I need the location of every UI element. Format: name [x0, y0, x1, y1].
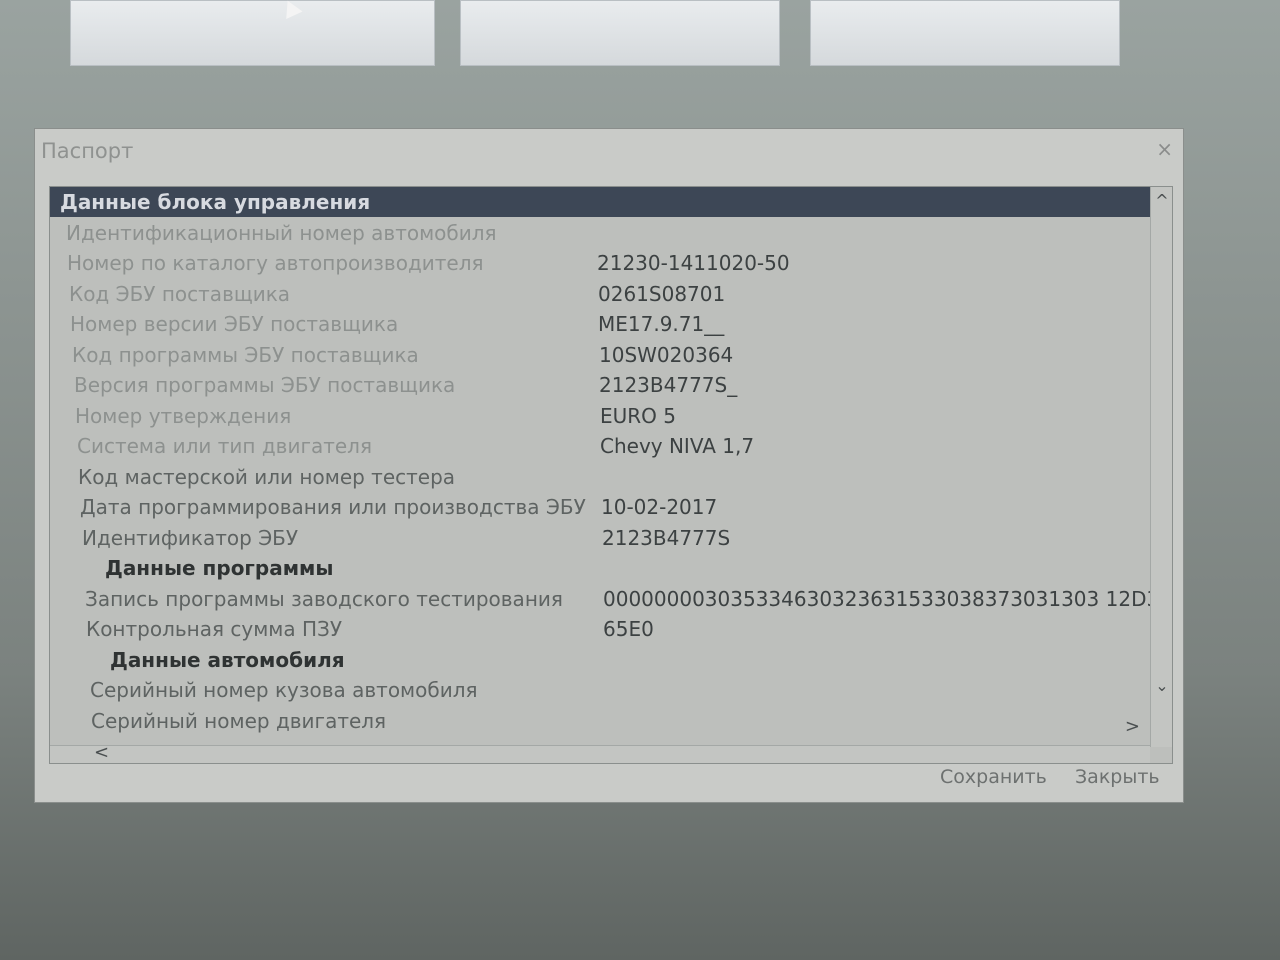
- horizontal-scrollbar[interactable]: < >: [50, 716, 1150, 763]
- taskbar-tile-2[interactable]: [460, 0, 780, 66]
- list-section-row[interactable]: Данные программы: [50, 553, 1150, 583]
- row-label: Номер версии ЭБУ поставщика: [70, 312, 399, 336]
- row-value: 000000003035334630323631533038373031303 …: [603, 586, 1173, 611]
- row-label: Код ЭБУ поставщика: [69, 281, 291, 306]
- row-value: Chevy NIVA 1,7: [600, 434, 755, 458]
- row-value: 0261S08701: [598, 281, 726, 306]
- list-item[interactable]: Запись программы заводского тестирования…: [50, 584, 1172, 614]
- row-label: Номер утверждения: [75, 403, 292, 428]
- row-label: Запись программы заводского тестирования: [85, 586, 563, 611]
- list-item[interactable]: Система или тип двигателя Chevy NIVA 1,7: [50, 431, 1150, 461]
- row-value: 21230-1411020-50: [597, 251, 790, 275]
- row-label: Серийный номер кузова автомобиля: [90, 678, 478, 702]
- row-value: 10-02-2017: [601, 495, 718, 519]
- dialog-title: Паспорт: [41, 139, 134, 163]
- save-button[interactable]: Сохранить: [940, 766, 1047, 788]
- list-item[interactable]: Идентификатор ЭБУ 2123B4777S: [50, 523, 1150, 553]
- row-label: Данные программы: [105, 556, 334, 580]
- chevron-down-icon[interactable]: ⌄: [1153, 676, 1171, 695]
- passport-dialog: Паспорт × Данные блока управления Идентиф…: [34, 128, 1184, 803]
- chevron-right-icon[interactable]: >: [1125, 716, 1140, 737]
- row-label: Дата программирования или производства Э…: [80, 495, 586, 519]
- row-label: Номер по каталогу автопроизводителя: [67, 251, 484, 275]
- row-label: Идентификатор ЭБУ: [82, 525, 299, 550]
- screen: Паспорт × Данные блока управления Идентиф…: [0, 0, 1280, 960]
- list-header-row[interactable]: Данные блока управления: [50, 187, 1150, 217]
- list-item[interactable]: Номер по каталогу автопроизводителя 21230…: [50, 248, 1150, 278]
- row-label: Данные блока управления: [60, 190, 371, 214]
- taskbar-tile-1[interactable]: [70, 0, 435, 66]
- list-item[interactable]: Версия программы ЭБУ поставщика 2123B4777…: [50, 370, 1150, 400]
- passport-rows: Данные блока управления Идентификационный…: [50, 187, 1172, 747]
- row-value: 10SW020364: [599, 342, 734, 367]
- taskbar-tile-3[interactable]: [810, 0, 1120, 66]
- row-label: Код мастерской или номер тестера: [78, 464, 456, 489]
- row-label: Система или тип двигателя: [77, 434, 372, 458]
- row-label: Контрольная сумма ПЗУ: [86, 617, 343, 641]
- list-item[interactable]: Номер утверждения EURO 5: [50, 401, 1150, 431]
- row-value: ME17.9.71__: [598, 312, 725, 336]
- row-label: Серийный номер двигателя: [91, 708, 387, 733]
- close-button[interactable]: Закрыть: [1075, 766, 1160, 788]
- row-label: Данные автомобиля: [110, 647, 345, 672]
- row-label: Идентификационный номер автомобиля: [66, 220, 497, 245]
- row-value: 65E0: [603, 617, 654, 641]
- list-section-row[interactable]: Данные автомобиля: [50, 645, 1150, 675]
- row-value: 2123B4777S: [602, 525, 731, 550]
- list-item[interactable]: Идентификационный номер автомобиля: [50, 218, 1150, 248]
- passport-list: Данные блока управления Идентификационный…: [49, 186, 1173, 764]
- row-label: Версия программы ЭБУ поставщика: [74, 373, 456, 397]
- list-item[interactable]: Код мастерской или номер тестера: [50, 462, 1150, 492]
- close-icon[interactable]: ×: [1156, 137, 1173, 161]
- chevron-left-icon[interactable]: <: [94, 742, 109, 763]
- list-item[interactable]: Дата программирования или производства Э…: [50, 492, 1150, 522]
- vertical-scrollbar[interactable]: ^ ⌄: [1150, 187, 1172, 747]
- list-item[interactable]: Номер версии ЭБУ поставщика ME17.9.71__: [50, 309, 1150, 339]
- list-item[interactable]: Код ЭБУ поставщика 0261S08701: [50, 279, 1150, 309]
- row-label: Код программы ЭБУ поставщика: [72, 342, 419, 367]
- list-item[interactable]: Серийный номер двигателя: [50, 706, 1150, 736]
- list-item[interactable]: Код программы ЭБУ поставщика 10SW020364: [50, 340, 1150, 370]
- chevron-up-icon[interactable]: ^: [1153, 191, 1171, 210]
- list-item[interactable]: Серийный номер кузова автомобиля: [50, 675, 1150, 705]
- row-value: EURO 5: [600, 403, 676, 428]
- row-value: 2123B4777S_: [599, 373, 738, 397]
- list-item[interactable]: Контрольная сумма ПЗУ 65E0: [50, 614, 1150, 644]
